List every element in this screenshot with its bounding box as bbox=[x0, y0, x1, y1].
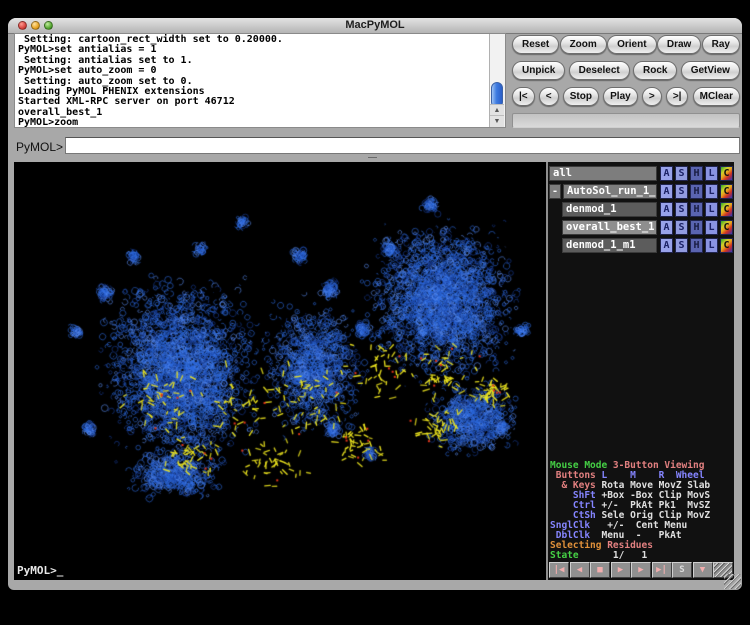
window-title: MacPyMOL bbox=[8, 18, 742, 33]
color-menu-button[interactable]: C bbox=[720, 238, 733, 253]
action-menu-button[interactable]: A bbox=[660, 202, 673, 217]
toolbar-button-deselect[interactable]: Deselect bbox=[569, 61, 630, 80]
movie-end-button[interactable]: ▶| bbox=[652, 562, 672, 578]
movie-controls: |◀◀■▶▶▶|S▼ bbox=[549, 562, 734, 578]
toolbar-button-stop[interactable]: Stop bbox=[563, 87, 599, 106]
object-row-all: allASHLC bbox=[549, 164, 733, 182]
toolbar-button-step-back[interactable]: < bbox=[539, 87, 559, 106]
movie-rewind-button[interactable]: |◀ bbox=[549, 562, 569, 578]
toolbar-button-reset[interactable]: Reset bbox=[512, 35, 559, 54]
object-name[interactable]: all bbox=[549, 166, 657, 181]
toolbar-button-zoom[interactable]: Zoom bbox=[560, 35, 607, 54]
color-menu-button[interactable]: C bbox=[720, 202, 733, 217]
toolbar-button-mclear[interactable]: MClear bbox=[693, 87, 740, 106]
control-sidebar: allASHLC-AutoSol_run_1_ASHLCdenmod_1ASHL… bbox=[548, 162, 734, 580]
label-menu-button[interactable]: L bbox=[705, 184, 718, 199]
feedback-bar bbox=[512, 113, 740, 128]
mouse-panel-text: State bbox=[550, 550, 579, 561]
show-menu-button[interactable]: S bbox=[675, 220, 688, 235]
movie-forward-button[interactable]: ▶ bbox=[631, 562, 651, 578]
show-menu-button[interactable]: S bbox=[675, 202, 688, 217]
toolbar-button-orient[interactable]: Orient bbox=[607, 35, 656, 54]
show-menu-button[interactable]: S bbox=[675, 184, 688, 199]
main-area: PyMOL>_ allASHLC-AutoSol_run_1_ASHLCdenm… bbox=[14, 162, 734, 580]
hide-menu-button[interactable]: H bbox=[690, 220, 703, 235]
color-menu-button[interactable]: C bbox=[720, 220, 733, 235]
action-menu-button[interactable]: A bbox=[660, 238, 673, 253]
label-menu-button[interactable]: L bbox=[705, 202, 718, 217]
toolbar-button-unpick[interactable]: Unpick bbox=[512, 61, 565, 80]
toolbar: ResetZoomOrientDrawRay UnpickDeselectRoc… bbox=[512, 35, 740, 128]
log-area: Setting: cartoon_rect_width set to 0.200… bbox=[14, 33, 506, 128]
minimize-button-icon[interactable] bbox=[31, 21, 40, 30]
toolbar-button-rock[interactable]: Rock bbox=[633, 61, 677, 80]
toolbar-button-ray[interactable]: Ray bbox=[702, 35, 740, 54]
movie-back-button[interactable]: ◀ bbox=[570, 562, 590, 578]
log-output: Setting: cartoon_rect_width set to 0.200… bbox=[15, 34, 489, 127]
command-input[interactable] bbox=[65, 137, 740, 154]
window-resize-grip[interactable] bbox=[724, 574, 741, 589]
show-menu-button[interactable]: S bbox=[675, 166, 688, 181]
title-bar[interactable]: MacPyMOL bbox=[8, 18, 742, 34]
density-mesh-render[interactable] bbox=[14, 162, 546, 580]
hide-menu-button[interactable]: H bbox=[690, 166, 703, 181]
object-row-AutoSol_run_1_: -AutoSol_run_1_ASHLC bbox=[549, 182, 733, 200]
color-menu-button[interactable]: C bbox=[720, 184, 733, 199]
log-scrollbar[interactable]: ▲ ▼ bbox=[489, 34, 505, 127]
object-row-denmod_1_m1: denmod_1_m1ASHLC bbox=[549, 236, 733, 254]
scroll-down-icon[interactable]: ▼ bbox=[490, 115, 504, 127]
mouse-panel-text: 1/ 1 bbox=[579, 550, 648, 561]
mouse-mode-panel: Mouse Mode 3-Button Viewing Buttons L M … bbox=[550, 461, 710, 561]
toolbar-button-draw[interactable]: Draw bbox=[657, 35, 701, 54]
object-row-overall_best_1: overall_best_1ASHLC bbox=[549, 218, 733, 236]
label-menu-button[interactable]: L bbox=[705, 220, 718, 235]
show-menu-button[interactable]: S bbox=[675, 238, 688, 253]
hide-menu-button[interactable]: H bbox=[690, 202, 703, 217]
label-menu-button[interactable]: L bbox=[705, 166, 718, 181]
action-menu-button[interactable]: A bbox=[660, 184, 673, 199]
hide-menu-button[interactable]: H bbox=[690, 184, 703, 199]
color-menu-button[interactable]: C bbox=[720, 166, 733, 181]
viewport-prompt: PyMOL>_ bbox=[17, 564, 63, 577]
movie-s-button[interactable]: S bbox=[672, 562, 692, 578]
molecule-viewport[interactable]: PyMOL>_ bbox=[14, 162, 546, 580]
object-row-denmod_1: denmod_1ASHLC bbox=[549, 200, 733, 218]
object-name[interactable]: denmod_1 bbox=[562, 202, 657, 217]
movie-play-button[interactable]: ▶ bbox=[611, 562, 631, 578]
object-name[interactable]: overall_best_1 bbox=[562, 220, 657, 235]
movie-stop-button[interactable]: ■ bbox=[590, 562, 610, 578]
hide-menu-button[interactable]: H bbox=[690, 238, 703, 253]
zoom-button-icon[interactable] bbox=[44, 21, 53, 30]
toolbar-button-play[interactable]: Play bbox=[603, 87, 638, 106]
toolbar-button-step-forward[interactable]: > bbox=[642, 87, 662, 106]
object-name[interactable]: AutoSol_run_1_ bbox=[563, 184, 657, 199]
macpymol-window: MacPyMOL Setting: cartoon_rect_width set… bbox=[8, 18, 742, 590]
mouse-panel-line: State 1/ 1 bbox=[550, 551, 710, 561]
action-menu-button[interactable]: A bbox=[660, 220, 673, 235]
toolbar-button-go-to-end[interactable]: >| bbox=[666, 87, 689, 106]
command-prompt-label: PyMOL> bbox=[16, 140, 63, 154]
toolbar-button-go-to-start[interactable]: |< bbox=[512, 87, 535, 106]
object-name[interactable]: denmod_1_m1 bbox=[562, 238, 657, 253]
close-button-icon[interactable] bbox=[18, 21, 27, 30]
group-collapse-toggle[interactable]: - bbox=[549, 184, 561, 199]
movie-menu-button[interactable]: ▼ bbox=[693, 562, 713, 578]
action-menu-button[interactable]: A bbox=[660, 166, 673, 181]
label-menu-button[interactable]: L bbox=[705, 238, 718, 253]
toolbar-button-getview[interactable]: GetView bbox=[681, 61, 740, 80]
